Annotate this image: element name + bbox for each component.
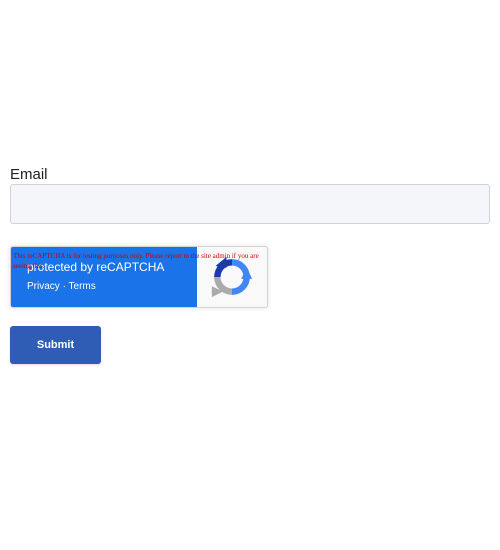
email-label: Email bbox=[10, 166, 48, 183]
email-form: Email protected by reCAPTCHA Privacy · T… bbox=[10, 166, 490, 364]
submit-button[interactable]: Submit bbox=[10, 326, 101, 364]
recaptcha-link-separator: · bbox=[62, 281, 66, 292]
recaptcha-links: Privacy · Terms bbox=[27, 281, 96, 292]
recaptcha-testing-warning: This reCAPTCHA is for testing purposes o… bbox=[13, 252, 259, 270]
email-field[interactable] bbox=[10, 184, 490, 224]
page: Email protected by reCAPTCHA Privacy · T… bbox=[0, 0, 500, 550]
recaptcha-widget[interactable]: protected by reCAPTCHA Privacy · Terms T… bbox=[10, 246, 268, 308]
recaptcha-terms-link[interactable]: Terms bbox=[69, 281, 96, 292]
recaptcha-privacy-link[interactable]: Privacy bbox=[27, 281, 60, 292]
